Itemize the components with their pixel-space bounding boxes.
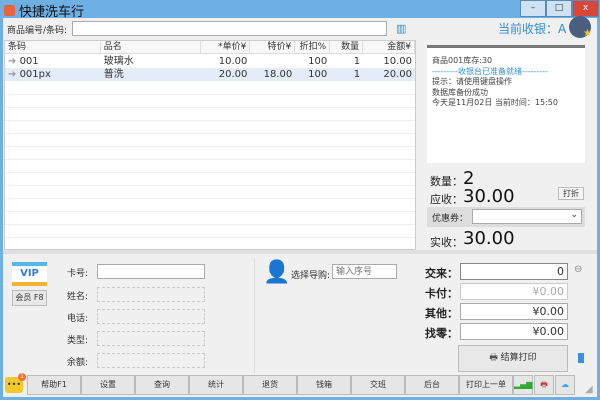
coupon-row: 优惠券： ⌄ <box>427 207 585 227</box>
tendered-label: 交来： <box>425 267 458 280</box>
app-icon <box>4 5 15 16</box>
guide-input[interactable] <box>332 264 397 279</box>
card-label: 卡号: <box>67 269 89 279</box>
current-cashier: 当前收银：A <box>498 22 567 36</box>
printer-icon: 🖶 <box>489 353 501 363</box>
due-value: 30.00 <box>463 186 515 207</box>
col-special[interactable]: 特价¥ <box>250 41 296 53</box>
resize-grip-icon[interactable]: ◢ <box>585 384 593 395</box>
other-input[interactable]: ¥0.00 <box>460 303 568 320</box>
search-icon[interactable]: ▥ <box>396 22 412 35</box>
card-pay-input[interactable]: ¥0.00 <box>460 283 568 300</box>
discount-button[interactable]: 打折 <box>558 187 584 200</box>
paid-value: 30.00 <box>463 228 515 249</box>
log-line: 商品001库存:30 <box>432 56 493 65</box>
table-header: 条码 品名 *单价¥ 特价¥ 折扣% 数量 金额¥ <box>5 41 415 54</box>
cell-amount: 10.00 <box>383 56 412 67</box>
settings-button[interactable]: 设置 <box>81 375 135 395</box>
main-window: 商品编号/条码: ▥ 条码 品名 *单价¥ 特价¥ 折扣% 数量 金额¥ ➔ 0… <box>3 16 597 397</box>
bookmark-icon[interactable] <box>578 353 584 363</box>
cell-discount: 100 <box>308 56 328 67</box>
col-price[interactable]: *单价¥ <box>201 41 251 53</box>
cash-drawer-button[interactable]: 钱箱 <box>297 375 351 395</box>
change-label: 找零： <box>425 327 458 340</box>
coupon-label: 优惠券： <box>432 214 469 224</box>
coupon-select[interactable]: ⌄ <box>472 209 582 224</box>
row-arrow-icon: ➔ <box>8 56 20 67</box>
backend-button[interactable]: 后台 <box>405 375 459 395</box>
cell-name: 普洗 <box>103 69 124 80</box>
cloud-icon[interactable]: ☁ <box>555 375 575 395</box>
row-arrow-icon: ➔ <box>8 69 20 80</box>
cell-special <box>250 55 295 68</box>
col-amount[interactable]: 金额¥ <box>363 41 415 53</box>
log-line: 今天是11月02日 当前时间：15:50 <box>432 98 558 107</box>
col-discount[interactable]: 折扣% <box>295 41 331 53</box>
cell-price: 10.00 <box>218 56 248 67</box>
query-button[interactable]: 查询 <box>135 375 189 395</box>
close-button[interactable]: x <box>572 0 599 17</box>
balance-label: 余额: <box>67 358 89 368</box>
member-button[interactable]: 会员 F8 <box>12 290 47 306</box>
balance-field <box>97 353 205 368</box>
notification-badge: 1 <box>18 373 26 381</box>
col-name[interactable]: 品名 <box>101 41 201 53</box>
stats-button[interactable]: 统计 <box>189 375 243 395</box>
shift-handover-button[interactable]: 交班 <box>351 375 405 395</box>
cell-qty: 1 <box>353 56 361 67</box>
card-pay-label: 卡付： <box>425 287 458 300</box>
tendered-input[interactable]: 0 <box>460 263 568 280</box>
minus-circle-icon[interactable]: ⊖ <box>574 264 582 275</box>
cell-price: 20.00 <box>218 69 248 80</box>
type-field <box>97 331 205 346</box>
guide-label: 选择导购: <box>291 271 331 281</box>
search-label: 商品编号/条码: <box>7 26 68 36</box>
maximize-button[interactable]: □ <box>546 0 572 17</box>
vip-card-icon: VIP <box>12 262 47 286</box>
minimize-button[interactable]: – <box>520 0 546 17</box>
col-barcode[interactable]: 条码 <box>5 41 101 53</box>
receipt-log: 商品001库存:30 ---------收银台已准备就绪--------- 提示… <box>427 45 585 163</box>
log-line: 提示：请使用键盘操作 <box>432 77 512 86</box>
col-qty[interactable]: 数量 <box>330 41 364 53</box>
divider <box>3 250 597 254</box>
due-label: 应收： <box>430 193 463 206</box>
cell-barcode: 001 <box>19 56 39 67</box>
divider <box>254 258 255 373</box>
log-line: ---------收银台已准备就绪--------- <box>432 66 548 76</box>
barcode-search-input[interactable] <box>72 21 387 36</box>
other-label: 其他： <box>425 307 458 320</box>
name-field <box>97 287 205 302</box>
print-last-button[interactable]: 打印上一单 <box>459 375 513 395</box>
table-row[interactable]: ➔ 001px 普洗 20.00 18.00 100 1 20.00 <box>5 68 415 81</box>
signal-icon[interactable]: ▂▄▆ <box>513 375 533 395</box>
return-button[interactable]: 退货 <box>243 375 297 395</box>
cart-table: 条码 品名 *单价¥ 特价¥ 折扣% 数量 金额¥ ➔ 001 玻璃水 10.0… <box>4 40 416 250</box>
checkout-print-button[interactable]: 🖶 结算打印 <box>458 345 568 372</box>
name-label: 姓名: <box>67 292 89 302</box>
cell-qty: 1 <box>353 69 361 80</box>
cell-barcode: 001px <box>19 69 51 80</box>
printer-status-icon[interactable]: 🖶 <box>534 375 554 395</box>
cell-name: 玻璃水 <box>103 56 134 67</box>
paid-label: 实收： <box>430 236 463 249</box>
phone-label: 电话: <box>67 314 89 324</box>
cell-amount: 20.00 <box>383 69 412 80</box>
change-input[interactable]: ¥0.00 <box>460 323 568 340</box>
person-icon: 👤 <box>263 260 291 285</box>
table-row[interactable]: ➔ 001 玻璃水 10.00 100 1 10.00 <box>5 55 415 68</box>
cell-discount: 100 <box>308 69 328 80</box>
help-button[interactable]: 帮助F1 <box>27 375 81 395</box>
card-number-input[interactable] <box>97 264 205 279</box>
qty-label: 数量： <box>430 175 463 188</box>
log-line: 数据库备份成功 <box>432 87 488 97</box>
cell-special: 18.00 <box>263 69 293 80</box>
phone-field <box>97 309 205 324</box>
star-icon: ★ <box>583 28 592 39</box>
type-label: 类型: <box>67 336 89 346</box>
